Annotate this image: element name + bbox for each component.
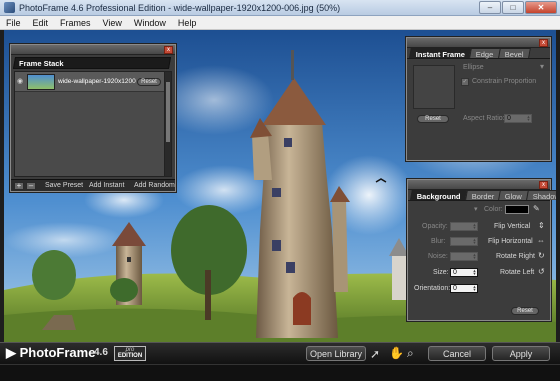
tab-edge[interactable]: Edge [469, 48, 501, 59]
minimize-button[interactable]: – [479, 0, 501, 14]
opacity-label: Opacity: [422, 223, 448, 230]
frame-stack-header[interactable] [11, 45, 175, 55]
apply-button[interactable]: Apply [492, 346, 550, 361]
orientation-input[interactable]: 0 ▲ ▼ [450, 284, 478, 293]
window-controls: – □ ✕ [478, 0, 557, 15]
blur-input[interactable]: ▲ ▼ [450, 237, 478, 246]
noise-label: Noise: [428, 253, 448, 260]
tab-glow[interactable]: Glow [498, 190, 530, 201]
save-preset-button[interactable]: Save Preset [45, 182, 83, 189]
size-label: Size: [433, 269, 449, 276]
frame-preview [413, 65, 455, 109]
color-label: Color: [484, 206, 503, 213]
tab-shadow[interactable]: Shadow [526, 190, 556, 201]
hand-icon[interactable]: ✋ [389, 346, 404, 360]
eyedropper-icon[interactable]: ✎ [533, 204, 540, 213]
blur-label: Blur: [431, 238, 446, 245]
eye-icon[interactable]: ◉ [17, 77, 23, 85]
item-reset-button[interactable]: Reset [137, 78, 161, 86]
flip-vertical-icon[interactable]: ⇕ [538, 221, 545, 230]
instant-frame-close-icon[interactable]: x [539, 39, 548, 47]
edition-badge: pro EDITION [114, 346, 146, 361]
add-instant-button[interactable]: Add Instant [89, 182, 124, 189]
tab-bevel[interactable]: Bevel [497, 48, 531, 59]
aspect-ratio-input[interactable]: 0 ▲ ▼ [504, 114, 532, 123]
chevron-down-icon[interactable]: ▾ [540, 62, 544, 71]
frame-stack-close-icon[interactable]: x [164, 46, 173, 54]
window-title: PhotoFrame 4.6 Professional Edition - wi… [19, 2, 341, 13]
frame-stack-title: Frame Stack [19, 59, 64, 68]
background-panel: x Background Border Glow Shadow ▾ Color:… [407, 179, 556, 321]
rotate-left-icon[interactable]: ↺ [538, 267, 545, 276]
version-label: 4.6 [94, 347, 108, 358]
menu-file[interactable]: File [0, 18, 27, 28]
menu-bar: File Edit Frames View Window Help [0, 16, 560, 30]
opacity-input[interactable]: ▲ ▼ [450, 222, 478, 231]
thumbnail-image [27, 74, 55, 90]
size-input[interactable]: 0 ▲ ▼ [450, 268, 478, 277]
title-bar: PhotoFrame 4.6 Professional Edition - wi… [0, 0, 560, 16]
bottom-toolbar: ▶ PhotoFrame 4.6 pro EDITION Open Librar… [0, 342, 560, 364]
list-item[interactable]: ◉ wide-wallpaper-1920x1200 Reset [15, 72, 165, 92]
image-canvas[interactable]: x Frame Stack ◉ wide-wallpaper-1920x1200… [4, 30, 556, 342]
orientation-label: Orientation: [414, 285, 451, 292]
menu-edit[interactable]: Edit [27, 18, 55, 28]
cancel-button[interactable]: Cancel [428, 346, 486, 361]
background-tabs: Background Border Glow Shadow [408, 190, 556, 201]
chevron-down-icon[interactable]: ▾ [474, 205, 478, 213]
instant-reset-button[interactable]: Reset [417, 115, 449, 123]
flip-horizontal-label[interactable]: Flip Horizontal [488, 238, 533, 245]
rotate-left-label[interactable]: Rotate Left [500, 269, 534, 276]
aspect-ratio-label: Aspect Ratio: [463, 115, 505, 122]
background-reset-button[interactable]: Reset [511, 307, 539, 315]
app-icon [4, 2, 15, 13]
color-swatch[interactable] [505, 205, 529, 214]
close-button[interactable]: ✕ [525, 0, 557, 14]
scrollbar-thumb[interactable] [166, 82, 170, 142]
constrain-checkbox[interactable]: ✓ [461, 78, 469, 86]
flip-vertical-label[interactable]: Flip Vertical [494, 223, 530, 230]
menu-view[interactable]: View [97, 18, 128, 28]
photoframe-app: PhotoFrame 4.6 Professional Edition - wi… [0, 0, 560, 381]
ellipse-label: Ellipse [463, 64, 484, 71]
frame-stack-list: ◉ wide-wallpaper-1920x1200 Reset [14, 71, 172, 177]
instant-frame-panel: x Instant Frame Edge Bevel Ellipse ▾ ✓ C… [406, 37, 551, 161]
constrain-label: Constrain Proportion [472, 78, 537, 85]
background-close-icon[interactable]: x [539, 181, 548, 189]
status-bar [0, 364, 560, 381]
menu-window[interactable]: Window [128, 18, 172, 28]
instant-frame-header[interactable] [407, 38, 550, 48]
product-logo: ▶ PhotoFrame [6, 345, 96, 360]
zoom-icon[interactable]: ⌕ [407, 346, 414, 361]
tab-background[interactable]: Background [410, 190, 468, 201]
add-frame-button[interactable]: + [14, 182, 24, 190]
arrow-select-icon[interactable]: ➚ [370, 347, 380, 361]
rotate-right-icon[interactable]: ↻ [538, 251, 545, 260]
maximize-button[interactable]: □ [502, 0, 524, 14]
instant-frame-tabs: Instant Frame Edge Bevel [407, 48, 550, 59]
list-item-name: wide-wallpaper-1920x1200 [58, 78, 136, 85]
add-random-button[interactable]: Add Random [134, 182, 175, 189]
background-header[interactable] [408, 180, 550, 190]
rotate-right-label[interactable]: Rotate Right [496, 253, 535, 260]
frame-stack-panel: x Frame Stack ◉ wide-wallpaper-1920x1200… [10, 44, 176, 192]
flip-horizontal-icon[interactable]: ⇔ [537, 236, 545, 245]
open-library-button[interactable]: Open Library [306, 346, 366, 361]
menu-frames[interactable]: Frames [54, 18, 97, 28]
tab-instant-frame[interactable]: Instant Frame [409, 48, 473, 59]
remove-frame-button[interactable]: – [26, 182, 36, 190]
noise-input[interactable]: ▲ ▼ [450, 252, 478, 261]
menu-help[interactable]: Help [172, 18, 203, 28]
tab-border[interactable]: Border [464, 190, 502, 201]
scrollbar[interactable] [164, 72, 171, 176]
frame-stack-toolbar: + – Save Preset Add Instant Add Random [11, 179, 175, 191]
